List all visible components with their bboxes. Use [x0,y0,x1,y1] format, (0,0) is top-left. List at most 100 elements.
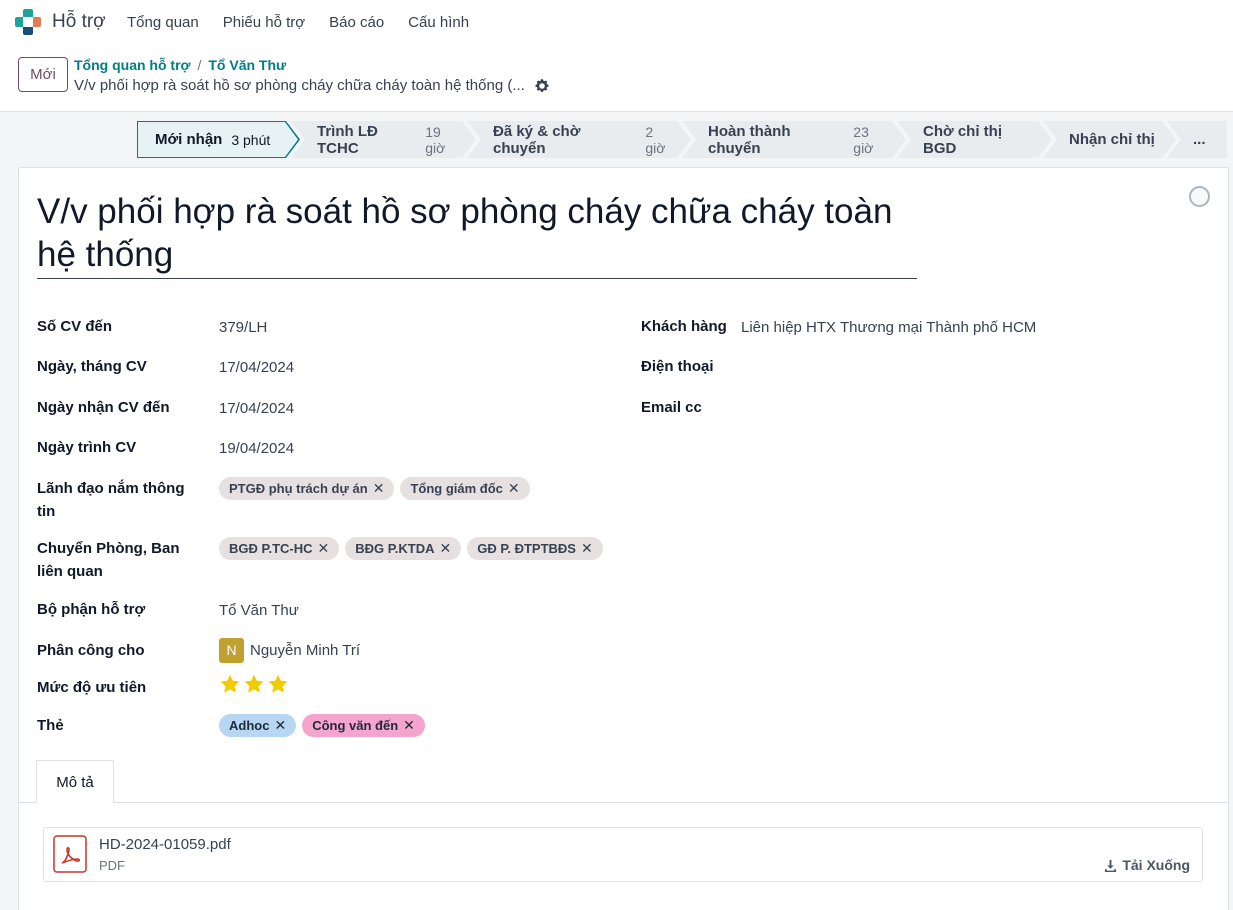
tag: GĐ P. ĐTPTBĐS ✕ [467,537,603,560]
menu-item-tickets[interactable]: Phiếu hỗ trợ [223,14,305,31]
so-cv-field[interactable]: 379/LH [219,316,267,339]
breadcrumb: Tổng quan hỗ trợ / Tổ Văn Thư [74,57,286,73]
stage-trinh-ld-tchc[interactable]: Trình LĐ TCHC 19 giờ [291,121,476,158]
stage-duration: 2 giờ [645,123,666,156]
remove-tag-icon[interactable]: ✕ [581,540,593,557]
attachment-card[interactable]: HD-2024-01059.pdf PDF Tải Xuống [43,827,1203,882]
ngay-nhan-label: Ngày nhận CV đến [37,399,170,416]
tag: BĐG P.KTDA ✕ [345,537,462,560]
stage-label: Chờ chỉ thị BGD [923,122,1002,157]
the-label: Thẻ [37,717,64,734]
ngay-trinh-label: Ngày trình CV [37,439,137,456]
status-circle-button[interactable] [1189,186,1210,207]
ngay-nhan-field[interactable]: 17/04/2024 [219,397,294,420]
notebook-tabs: Mô tả [19,760,1228,804]
stage-moi-nhan[interactable]: Mới nhận 3 phút [137,121,300,158]
tag-label: Adhoc [229,718,270,733]
bo-phan-label: Bộ phận hỗ trợ [37,601,146,618]
khach-hang-field[interactable]: Liên hiệp HTX Thương mại Thành phố HCM [741,316,1036,339]
stage-cho-chi-thi-bgd[interactable]: Chờ chỉ thị BGD [897,121,1052,158]
pdf-file-icon [53,835,87,873]
stage-duration: 3 phút [231,131,271,148]
email-cc-label: Email cc [641,399,702,416]
remove-tag-icon[interactable]: ✕ [274,717,286,734]
tag: Adhoc ✕ [219,714,297,737]
breadcrumb-item-overview[interactable]: Tổng quan hỗ trợ [74,57,190,73]
stage-label: Nhận chỉ thị [1069,131,1155,148]
app-logo-icon[interactable] [15,9,41,35]
remove-tag-icon[interactable]: ✕ [373,480,385,497]
stage-nhan-chi-thi[interactable]: Nhận chỉ thị [1043,121,1176,158]
stage-more[interactable]: ... [1167,121,1227,158]
stage-label: Mới nhận [155,131,223,148]
priority-stars[interactable] [219,673,289,695]
gear-icon[interactable] [534,78,550,94]
breadcrumb-separator: / [197,57,202,73]
app-name[interactable]: Hỗ trợ [52,11,106,33]
download-icon [1105,859,1117,872]
stage-duration: 23 giờ [853,123,874,156]
dien-thoai-field[interactable] [741,356,1201,379]
tag-label: BĐG P.KTDA [355,541,435,556]
remove-tag-icon[interactable]: ✕ [318,540,330,557]
stage-da-ky-cho-chuyen[interactable]: Đã ký & chờ chuyển 2 giờ [467,121,691,158]
attachment-name[interactable]: HD-2024-01059.pdf [99,836,231,853]
tag-label: PTGĐ phụ trách dự án [229,481,368,496]
new-button[interactable]: Mới [18,57,68,92]
so-cv-label: Số CV đến [37,318,113,335]
ngay-trinh-field[interactable]: 19/04/2024 [219,437,294,460]
tag: BGĐ P.TC-HC ✕ [219,537,340,560]
star-icon[interactable] [267,673,289,695]
bo-phan-field[interactable]: Tổ Văn Thư [219,599,299,622]
star-icon[interactable] [219,673,241,695]
assignee-name: Nguyễn Minh Trí [250,642,361,659]
lanh-dao-label: Lãnh đạo nắm thông tin [37,480,185,520]
remove-tag-icon[interactable]: ✕ [440,540,452,557]
attachment-type: PDF [99,858,125,873]
menu-item-reports[interactable]: Báo cáo [329,14,384,31]
phan-cong-field[interactable]: N Nguyễn Minh Trí [219,638,360,663]
remove-tag-icon[interactable]: ✕ [508,480,520,497]
record-title: V/v phối hợp rà soát hồ sơ phòng cháy ch… [74,77,550,94]
main-menu: Tổng quan Phiếu hỗ trợ Báo cáo Cấu hình [127,14,493,31]
ngay-cv-label: Ngày, tháng CV [37,358,147,375]
record-title-text: V/v phối hợp rà soát hồ sơ phòng cháy ch… [74,77,525,94]
download-button[interactable]: Tải Xuống [1104,857,1190,873]
stage-label: Hoàn thành chuyển [708,122,791,157]
khach-hang-label: Khách hàng [641,318,727,335]
ticket-title-input[interactable]: V/v phối hợp rà soát hồ sơ phòng cháy ch… [37,190,917,279]
form-sheet: V/v phối hợp rà soát hồ sơ phòng cháy ch… [18,167,1229,910]
email-cc-field[interactable] [741,397,1201,420]
tag-label: BGĐ P.TC-HC [229,541,313,556]
star-icon[interactable] [243,673,265,695]
lanh-dao-tags[interactable]: PTGĐ phụ trách dự án ✕ Tổng giám đốc ✕ [219,477,530,500]
top-navbar: Hỗ trợ Tổng quan Phiếu hỗ trợ Báo cáo Cấ… [0,0,1233,46]
tag-label: Công văn đến [312,718,399,733]
uu-tien-label: Mức độ ưu tiên [37,679,147,696]
the-tags[interactable]: Adhoc ✕ Công văn đến ✕ [219,714,425,737]
control-panel: Mới Tổng quan hỗ trợ / Tổ Văn Thư V/v phối… [0,46,1233,112]
tag-label: Tổng giám đốc [410,481,503,496]
chuyen-tags[interactable]: BGĐ P.TC-HC ✕ BĐG P.KTDA ✕ GĐ P. ĐTPTBĐS ✕ [219,537,603,560]
stage-label: Đã ký & chờ chuyển [493,122,581,157]
tag-label: GĐ P. ĐTPTBĐS [477,541,576,556]
stage-label: Trình LĐ TCHC [317,122,378,157]
remove-tag-icon[interactable]: ✕ [403,717,415,734]
tab-description[interactable]: Mô tả [36,760,114,804]
stage-hoan-thanh-chuyen[interactable]: Hoàn thành chuyển 23 giờ [682,121,906,158]
tag: Tổng giám đốc ✕ [400,477,530,500]
stage-statusbar: Mới nhận 3 phút Trình LĐ TCHC 19 giờ Đã ký… [137,121,1227,158]
tag: Công văn đến ✕ [302,714,425,737]
dien-thoai-label: Điện thoại [641,358,714,375]
menu-item-overview[interactable]: Tổng quan [127,14,199,31]
stage-more-label: ... [1193,131,1206,148]
chuyen-label: Chuyển Phòng, Ban liên quan [37,540,180,580]
avatar: N [219,638,244,663]
stage-duration: 19 giờ [425,123,446,156]
download-label: Tải Xuống [1122,857,1190,873]
ngay-cv-field[interactable]: 17/04/2024 [219,356,294,379]
tag: PTGĐ phụ trách dự án ✕ [219,477,395,500]
phan-cong-label: Phân công cho [37,642,145,659]
breadcrumb-item-team[interactable]: Tổ Văn Thư [208,57,286,73]
menu-item-config[interactable]: Cấu hình [408,14,469,31]
